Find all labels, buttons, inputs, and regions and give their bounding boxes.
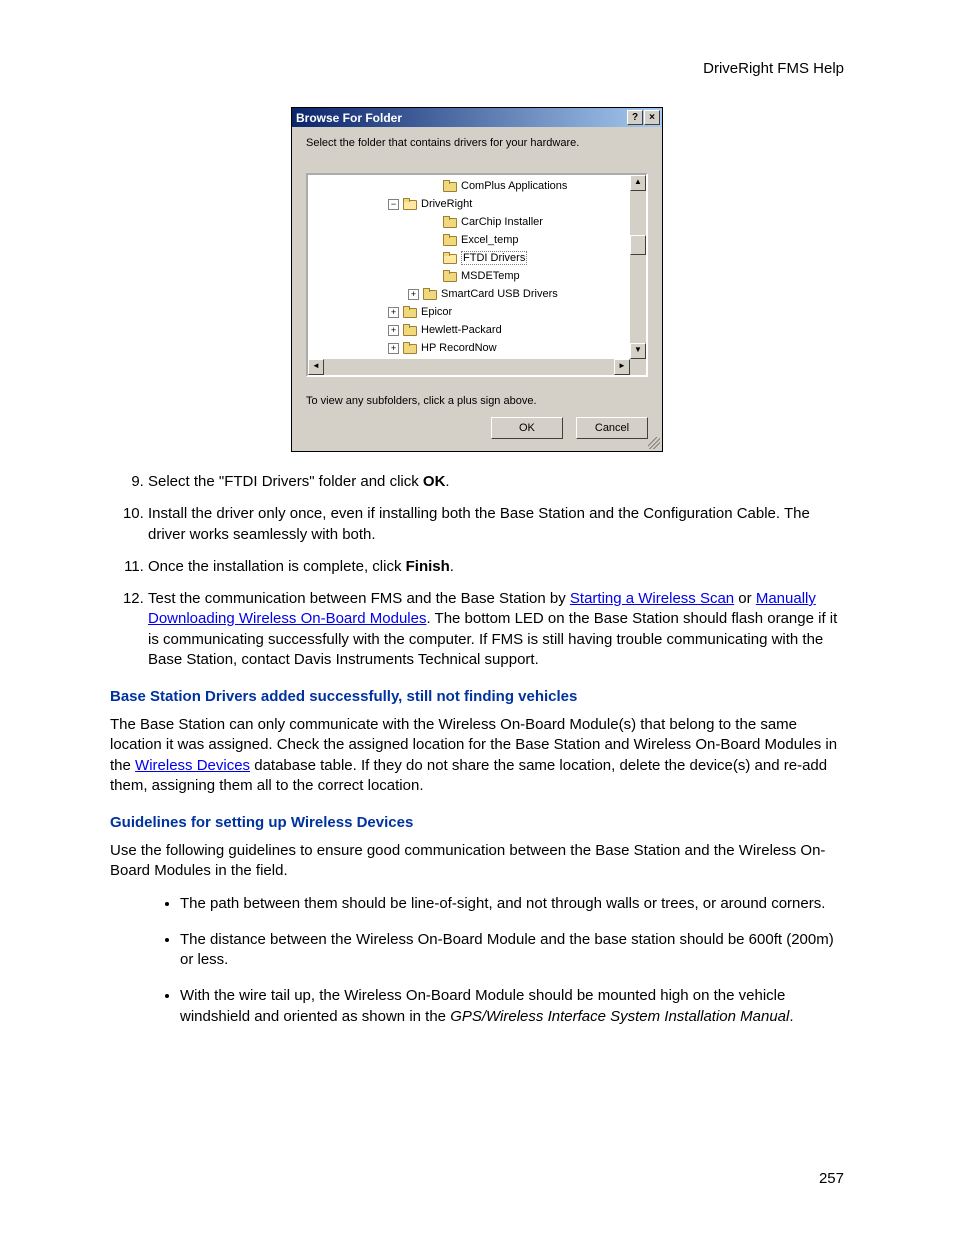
- folder-icon: [403, 198, 417, 210]
- tree-item-label: Epicor: [421, 306, 452, 318]
- folder-icon: [443, 270, 457, 282]
- tree-item-label: ComPlus Applications: [461, 180, 567, 192]
- folder-icon: [443, 234, 457, 246]
- tree-item[interactable]: + Hewlett-Packard: [308, 321, 646, 339]
- scrollbar-corner: [630, 359, 646, 375]
- ok-button[interactable]: OK: [491, 417, 563, 439]
- tree-item-label: Hewlett-Packard: [421, 324, 502, 336]
- tree-item[interactable]: − DriveRight: [308, 195, 646, 213]
- cancel-button[interactable]: Cancel: [576, 417, 648, 439]
- tree-item-label: HP RecordNow: [421, 342, 497, 354]
- folder-icon: [403, 324, 417, 336]
- tree-item-label: SmartCard USB Drivers: [441, 288, 558, 300]
- page-number: 257: [819, 1170, 844, 1187]
- folder-icon: [443, 180, 457, 192]
- step-12: Test the communication between FMS and t…: [148, 589, 844, 670]
- tree-item[interactable]: + SmartCard USB Drivers: [308, 285, 646, 303]
- guideline-3: With the wire tail up, the Wireless On-B…: [180, 986, 844, 1027]
- page-header: DriveRight FMS Help: [110, 60, 844, 77]
- tree-item[interactable]: ComPlus Applications: [308, 177, 646, 195]
- folder-icon: [403, 342, 417, 354]
- link-starting-wireless-scan[interactable]: Starting a Wireless Scan: [570, 590, 734, 607]
- folder-icon: [403, 306, 417, 318]
- expand-icon[interactable]: +: [388, 343, 399, 354]
- folder-icon: [443, 216, 457, 228]
- tree-item[interactable]: FTDI Drivers: [308, 249, 646, 267]
- dialog-titlebar: Browse For Folder ? ×: [292, 108, 662, 127]
- folder-icon: [423, 288, 437, 300]
- tree-item[interactable]: Excel_temp: [308, 231, 646, 249]
- scroll-up-icon[interactable]: ▲: [630, 175, 646, 191]
- heading-base-station: Base Station Drivers added successfully,…: [110, 688, 844, 705]
- scroll-down-icon[interactable]: ▼: [630, 343, 646, 359]
- scroll-left-icon[interactable]: ◄: [308, 359, 324, 375]
- tree-item[interactable]: + HP RecordNow: [308, 339, 646, 357]
- horizontal-scrollbar[interactable]: ◄ ►: [308, 359, 646, 375]
- tree-item[interactable]: + Epicor: [308, 303, 646, 321]
- close-button[interactable]: ×: [644, 110, 660, 125]
- scroll-thumb[interactable]: [630, 235, 646, 255]
- para-guidelines-intro: Use the following guidelines to ensure g…: [110, 841, 844, 882]
- guideline-2: The distance between the Wireless On-Boa…: [180, 930, 844, 971]
- dialog-hint: To view any subfolders, click a plus sig…: [306, 395, 648, 407]
- heading-guidelines: Guidelines for setting up Wireless Devic…: [110, 814, 844, 831]
- folder-icon: [443, 252, 457, 264]
- tree-item-label: MSDETemp: [461, 270, 520, 282]
- guidelines-list: The path between them should be line-of-…: [110, 894, 844, 1027]
- resize-grip-icon[interactable]: [648, 437, 660, 449]
- folder-tree[interactable]: ComPlus Applications − DriveRight CarChip I…: [306, 173, 648, 377]
- tree-item-label: FTDI Drivers: [461, 251, 527, 265]
- expand-icon[interactable]: +: [408, 289, 419, 300]
- tree-item[interactable]: MSDETemp: [308, 267, 646, 285]
- vertical-scrollbar[interactable]: ▲ ▼: [630, 175, 646, 359]
- collapse-icon[interactable]: −: [388, 199, 399, 210]
- para-base-station: The Base Station can only communicate wi…: [110, 715, 844, 796]
- scroll-right-icon[interactable]: ►: [614, 359, 630, 375]
- step-11: Once the installation is complete, click…: [148, 557, 844, 577]
- expand-icon[interactable]: +: [388, 325, 399, 336]
- step-9: Select the "FTDI Drivers" folder and cli…: [148, 472, 844, 492]
- tree-item[interactable]: CarChip Installer: [308, 213, 646, 231]
- help-button[interactable]: ?: [627, 110, 643, 125]
- dialog-title: Browse For Folder: [296, 111, 402, 125]
- link-wireless-devices[interactable]: Wireless Devices: [135, 757, 250, 774]
- tree-item-label: CarChip Installer: [461, 216, 543, 228]
- step-list: Select the "FTDI Drivers" folder and cli…: [110, 472, 844, 670]
- step-10: Install the driver only once, even if in…: [148, 504, 844, 545]
- guideline-1: The path between them should be line-of-…: [180, 894, 844, 914]
- dialog-instruction: Select the folder that contains drivers …: [306, 137, 648, 149]
- tree-item-label: DriveRight: [421, 198, 472, 210]
- browse-folder-dialog: Browse For Folder ? × Select the folder …: [291, 107, 663, 452]
- expand-icon[interactable]: +: [388, 307, 399, 318]
- tree-item-label: Excel_temp: [461, 234, 518, 246]
